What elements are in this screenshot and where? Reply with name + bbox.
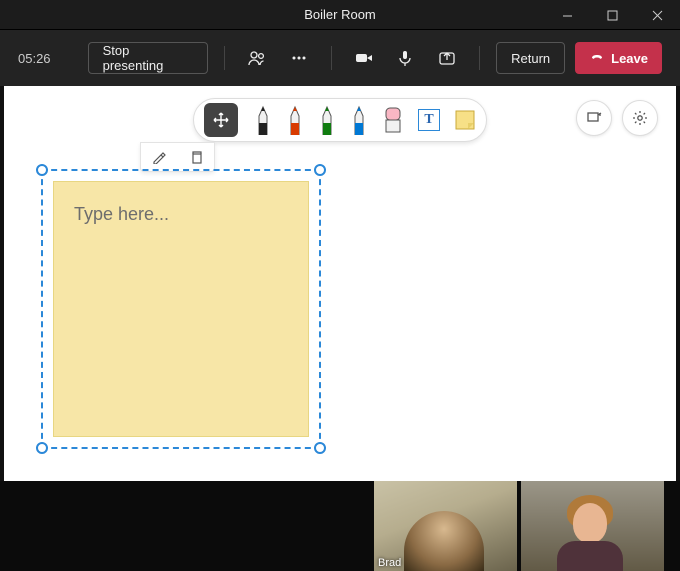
resize-handle-bl[interactable] bbox=[36, 442, 48, 454]
pen-green[interactable] bbox=[318, 105, 336, 135]
sticky-placeholder: Type here... bbox=[74, 204, 169, 224]
window-title: Boiler Room bbox=[304, 7, 376, 22]
leave-button[interactable]: Leave bbox=[575, 42, 662, 74]
mic-icon[interactable] bbox=[390, 42, 422, 74]
people-icon[interactable] bbox=[241, 42, 273, 74]
whiteboard-canvas[interactable]: T Type here... bbox=[4, 86, 676, 481]
copy-icon[interactable] bbox=[186, 147, 206, 167]
close-button[interactable] bbox=[635, 0, 680, 30]
whiteboard-toolbar: T bbox=[193, 98, 487, 142]
sticky-note-selection[interactable]: Type here... bbox=[41, 169, 321, 449]
stop-presenting-button[interactable]: Stop presenting bbox=[88, 42, 209, 74]
divider bbox=[331, 46, 332, 70]
camera-icon[interactable] bbox=[348, 42, 380, 74]
share-icon[interactable] bbox=[431, 42, 463, 74]
leave-label: Leave bbox=[611, 51, 648, 66]
sticky-note-tool[interactable] bbox=[454, 109, 476, 131]
return-button[interactable]: Return bbox=[496, 42, 565, 74]
maximize-button[interactable] bbox=[590, 0, 635, 30]
settings-button[interactable] bbox=[622, 100, 658, 136]
divider bbox=[479, 46, 480, 70]
pen-blue[interactable] bbox=[350, 105, 368, 135]
titlebar: Boiler Room bbox=[0, 0, 680, 30]
minimize-button[interactable] bbox=[545, 0, 590, 30]
resize-handle-tl[interactable] bbox=[36, 164, 48, 176]
participant-video[interactable] bbox=[521, 481, 664, 571]
video-strip: Brad bbox=[0, 481, 680, 571]
text-tool[interactable]: T bbox=[418, 109, 440, 131]
eraser-tool[interactable] bbox=[382, 106, 404, 134]
move-tool-button[interactable] bbox=[204, 103, 238, 137]
participant-name: Brad bbox=[378, 557, 401, 569]
call-timer: 05:26 bbox=[18, 51, 78, 66]
more-icon[interactable] bbox=[283, 42, 315, 74]
selection-sub-toolbar bbox=[140, 142, 215, 172]
participant-video[interactable]: Brad bbox=[374, 481, 517, 571]
pen-black[interactable] bbox=[254, 105, 272, 135]
resize-handle-tr[interactable] bbox=[314, 164, 326, 176]
sticky-note[interactable]: Type here... bbox=[53, 181, 309, 437]
present-mode-button[interactable] bbox=[576, 100, 612, 136]
pen-red[interactable] bbox=[286, 105, 304, 135]
divider bbox=[224, 46, 225, 70]
edit-icon[interactable] bbox=[149, 147, 169, 167]
resize-handle-br[interactable] bbox=[314, 442, 326, 454]
meeting-toolbar: 05:26 Stop presenting Return Leave bbox=[0, 30, 680, 86]
